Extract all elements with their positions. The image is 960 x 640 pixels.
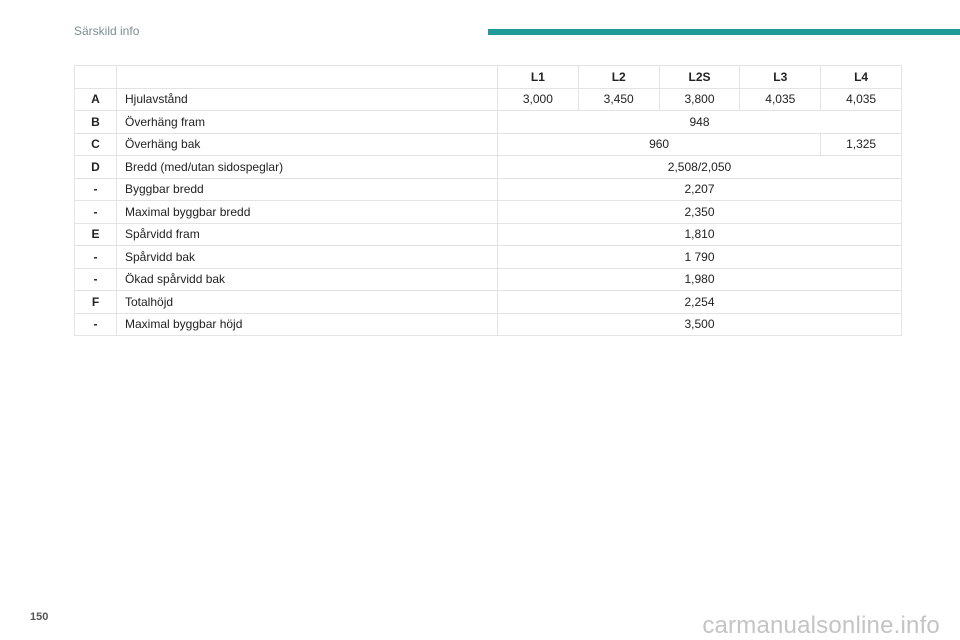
table-row: D Bredd (med/utan sidospeglar) 2,508/2,0… [74,155,902,179]
row-value: 948 [497,110,902,134]
header-empty-cell [116,65,498,89]
row-value: 1,810 [497,222,902,246]
row-value: 3,000 [497,87,579,111]
row-value: 1,980 [497,267,902,291]
header-accent-bar [488,29,960,35]
row-value: 2,350 [497,200,902,224]
section-title: Särskild info [74,24,140,38]
row-value: 1 790 [497,245,902,269]
row-letter: E [74,222,117,246]
table-row: - Byggbar bredd 2,207 [74,177,902,201]
row-label: Ökad spårvidd bak [116,267,498,291]
row-letter: B [74,110,117,134]
row-letter: - [74,200,117,224]
column-header: L3 [739,65,822,89]
row-value: 3,800 [658,87,741,111]
row-label: Maximal byggbar höjd [116,312,498,336]
row-label: Spårvidd bak [116,245,498,269]
table-row: - Maximal byggbar bredd 2,350 [74,200,902,224]
column-header: L4 [820,65,902,89]
table-header-row: L1 L2 L2S L3 L4 [74,65,902,89]
row-value: 1,325 [820,132,902,156]
row-letter: - [74,245,117,269]
column-header: L2S [658,65,741,89]
row-label: Överhäng fram [116,110,498,134]
row-value: 2,207 [497,177,902,201]
dimensions-table: L1 L2 L2S L3 L4 A Hjulavstånd 3,000 3,45… [74,65,902,336]
row-letter: - [74,177,117,201]
row-value: 4,035 [739,87,822,111]
row-value: 4,035 [820,87,902,111]
row-label: Totalhöjd [116,290,498,314]
row-letter: D [74,155,117,179]
table-row: F Totalhöjd 2,254 [74,290,902,314]
row-letter: F [74,290,117,314]
row-letter: C [74,132,117,156]
row-letter: A [74,87,117,111]
row-label: Hjulavstånd [116,87,498,111]
table-row: B Överhäng fram 948 [74,110,902,134]
page-number: 150 [30,611,49,623]
table-row: C Överhäng bak 960 1,325 [74,132,902,156]
header-empty-cell [74,65,117,89]
row-letter: - [74,267,117,291]
table-row: E Spårvidd fram 1,810 [74,222,902,246]
watermark: carmanualsonline.info [702,612,940,639]
row-value: 2,508/2,050 [497,155,902,179]
row-label: Maximal byggbar bredd [116,200,498,224]
row-label: Bredd (med/utan sidospeglar) [116,155,498,179]
row-label: Byggbar bredd [116,177,498,201]
row-letter: - [74,312,117,336]
row-value: 3,450 [577,87,660,111]
row-value: 2,254 [497,290,902,314]
row-label: Spårvidd fram [116,222,498,246]
row-label: Överhäng bak [116,132,498,156]
table-row: - Ökad spårvidd bak 1,980 [74,267,902,291]
column-header: L1 [497,65,579,89]
table-row: - Spårvidd bak 1 790 [74,245,902,269]
table-row: A Hjulavstånd 3,000 3,450 3,800 4,035 4,… [74,87,902,111]
row-value: 3,500 [497,312,902,336]
row-value: 960 [496,132,822,156]
column-header: L2 [577,65,660,89]
table-row: - Maximal byggbar höjd 3,500 [74,312,902,336]
